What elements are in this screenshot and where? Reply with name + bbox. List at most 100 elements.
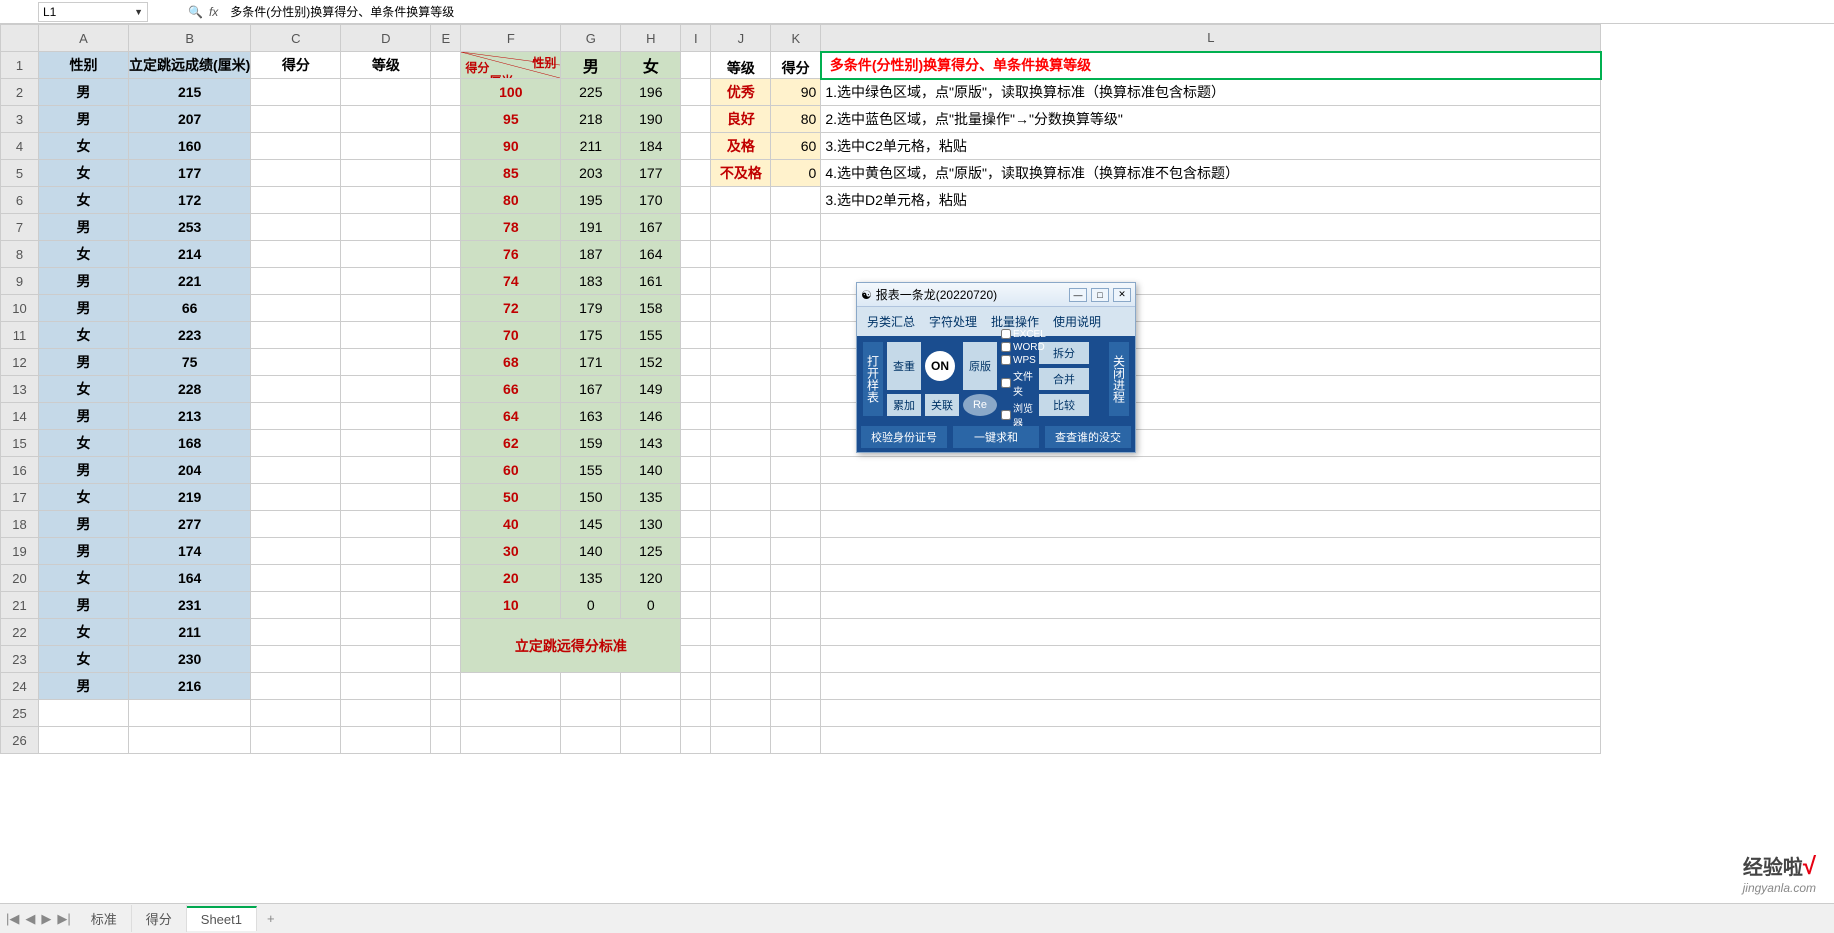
cell[interactable] — [711, 457, 771, 484]
cell-grade[interactable] — [341, 619, 431, 646]
sheet-tab-active[interactable]: Sheet1 — [187, 906, 257, 931]
cell[interactable] — [821, 457, 1601, 484]
cell-gender[interactable]: 女 — [39, 565, 129, 592]
cell[interactable] — [681, 106, 711, 133]
cell-gender[interactable]: 男 — [39, 592, 129, 619]
row-header[interactable]: 12 — [1, 349, 39, 376]
cell[interactable] — [39, 700, 129, 727]
cell[interactable] — [431, 295, 461, 322]
sheet-tab[interactable]: 标准 — [77, 905, 132, 932]
cell[interactable] — [711, 511, 771, 538]
cell-gender[interactable]: 男 — [39, 538, 129, 565]
cell-std-female[interactable]: 155 — [621, 322, 681, 349]
cell[interactable] — [461, 673, 561, 700]
row-header[interactable]: 17 — [1, 484, 39, 511]
cell[interactable] — [431, 106, 461, 133]
sheet-tab[interactable]: 得分 — [132, 905, 187, 932]
row-header[interactable]: 5 — [1, 160, 39, 187]
header-points[interactable]: 得分 — [251, 52, 341, 79]
cell-std-male[interactable]: 225 — [561, 79, 621, 106]
row-header[interactable]: 16 — [1, 457, 39, 484]
cell[interactable] — [711, 484, 771, 511]
cell[interactable] — [681, 646, 711, 673]
cell[interactable] — [771, 592, 821, 619]
row-header[interactable]: 21 — [1, 592, 39, 619]
cell-points[interactable] — [251, 565, 341, 592]
cell-grade[interactable] — [341, 214, 431, 241]
cell[interactable] — [681, 700, 711, 727]
cell-gender[interactable]: 女 — [39, 430, 129, 457]
merge-button[interactable]: 合并 — [1039, 368, 1089, 390]
cell[interactable] — [431, 52, 461, 79]
cell-grade[interactable] — [341, 538, 431, 565]
cell-std-score[interactable]: 74 — [461, 268, 561, 295]
cell[interactable] — [771, 619, 821, 646]
cell-grade[interactable] — [341, 592, 431, 619]
cell[interactable] — [821, 592, 1601, 619]
cell-jump[interactable]: 214 — [129, 241, 251, 268]
cell-grade[interactable] — [341, 79, 431, 106]
cell-std-female[interactable]: 190 — [621, 106, 681, 133]
header-female[interactable]: 女 — [621, 52, 681, 79]
link-button[interactable]: 关联 — [925, 394, 959, 416]
cell[interactable] — [621, 700, 681, 727]
compare-button[interactable]: 比较 — [1039, 394, 1089, 416]
split-button[interactable]: 拆分 — [1039, 342, 1089, 364]
cell[interactable] — [681, 565, 711, 592]
cell[interactable] — [711, 565, 771, 592]
cell-std-score[interactable]: 64 — [461, 403, 561, 430]
cell-grade[interactable] — [341, 430, 431, 457]
title-cell[interactable]: 多条件(分性别)换算得分、单条件换算等级 — [821, 52, 1601, 79]
cell-jump[interactable]: 66 — [129, 295, 251, 322]
menu-item[interactable]: 另类汇总 — [867, 313, 915, 330]
cell-points[interactable] — [251, 349, 341, 376]
col-header[interactable]: A — [39, 25, 129, 52]
col-header[interactable]: J — [711, 25, 771, 52]
cell-std-female[interactable]: 196 — [621, 79, 681, 106]
cell[interactable] — [431, 646, 461, 673]
cell-grade[interactable] — [341, 646, 431, 673]
cell-std-female[interactable]: 140 — [621, 457, 681, 484]
instruction-cell[interactable]: 1.选中绿色区域，点"原版"，读取换算标准（换算标准包含标题） — [821, 79, 1601, 106]
cell-gender[interactable]: 女 — [39, 646, 129, 673]
cell-std-male[interactable]: 211 — [561, 133, 621, 160]
cell[interactable] — [431, 349, 461, 376]
cell-std-score[interactable]: 62 — [461, 430, 561, 457]
cell[interactable] — [771, 673, 821, 700]
cell-points[interactable] — [251, 403, 341, 430]
cell[interactable] — [681, 79, 711, 106]
cell-std-female[interactable]: 184 — [621, 133, 681, 160]
cell-jump[interactable]: 230 — [129, 646, 251, 673]
cell-std-male[interactable]: 175 — [561, 322, 621, 349]
cell[interactable] — [711, 295, 771, 322]
cell[interactable] — [711, 538, 771, 565]
row-header[interactable]: 6 — [1, 187, 39, 214]
cell-gender[interactable]: 男 — [39, 457, 129, 484]
maximize-icon[interactable]: □ — [1091, 288, 1109, 302]
cell[interactable] — [771, 322, 821, 349]
cell[interactable] — [771, 484, 821, 511]
instruction-cell[interactable]: 3.选中D2单元格，粘贴 — [821, 187, 1601, 214]
cell[interactable] — [711, 700, 771, 727]
cell[interactable] — [431, 322, 461, 349]
cell-jump[interactable]: 174 — [129, 538, 251, 565]
header-points-k[interactable]: 得分 — [771, 52, 821, 79]
row-header[interactable]: 2 — [1, 79, 39, 106]
prev-tab-icon[interactable]: ◀ — [25, 911, 35, 927]
cell-std-score[interactable]: 85 — [461, 160, 561, 187]
cell[interactable] — [681, 133, 711, 160]
cell[interactable] — [431, 187, 461, 214]
row-header[interactable]: 25 — [1, 700, 39, 727]
cell[interactable] — [711, 268, 771, 295]
cell-grade[interactable] — [341, 403, 431, 430]
col-header[interactable]: K — [771, 25, 821, 52]
cell-std-female[interactable]: 158 — [621, 295, 681, 322]
cell[interactable] — [681, 241, 711, 268]
cell[interactable] — [431, 727, 461, 754]
cell[interactable] — [431, 133, 461, 160]
col-header[interactable]: E — [431, 25, 461, 52]
cell-std-score[interactable]: 66 — [461, 376, 561, 403]
header-score[interactable]: 立定跳远成绩(厘米) — [129, 52, 251, 79]
header-male[interactable]: 男 — [561, 52, 621, 79]
cell[interactable] — [621, 727, 681, 754]
